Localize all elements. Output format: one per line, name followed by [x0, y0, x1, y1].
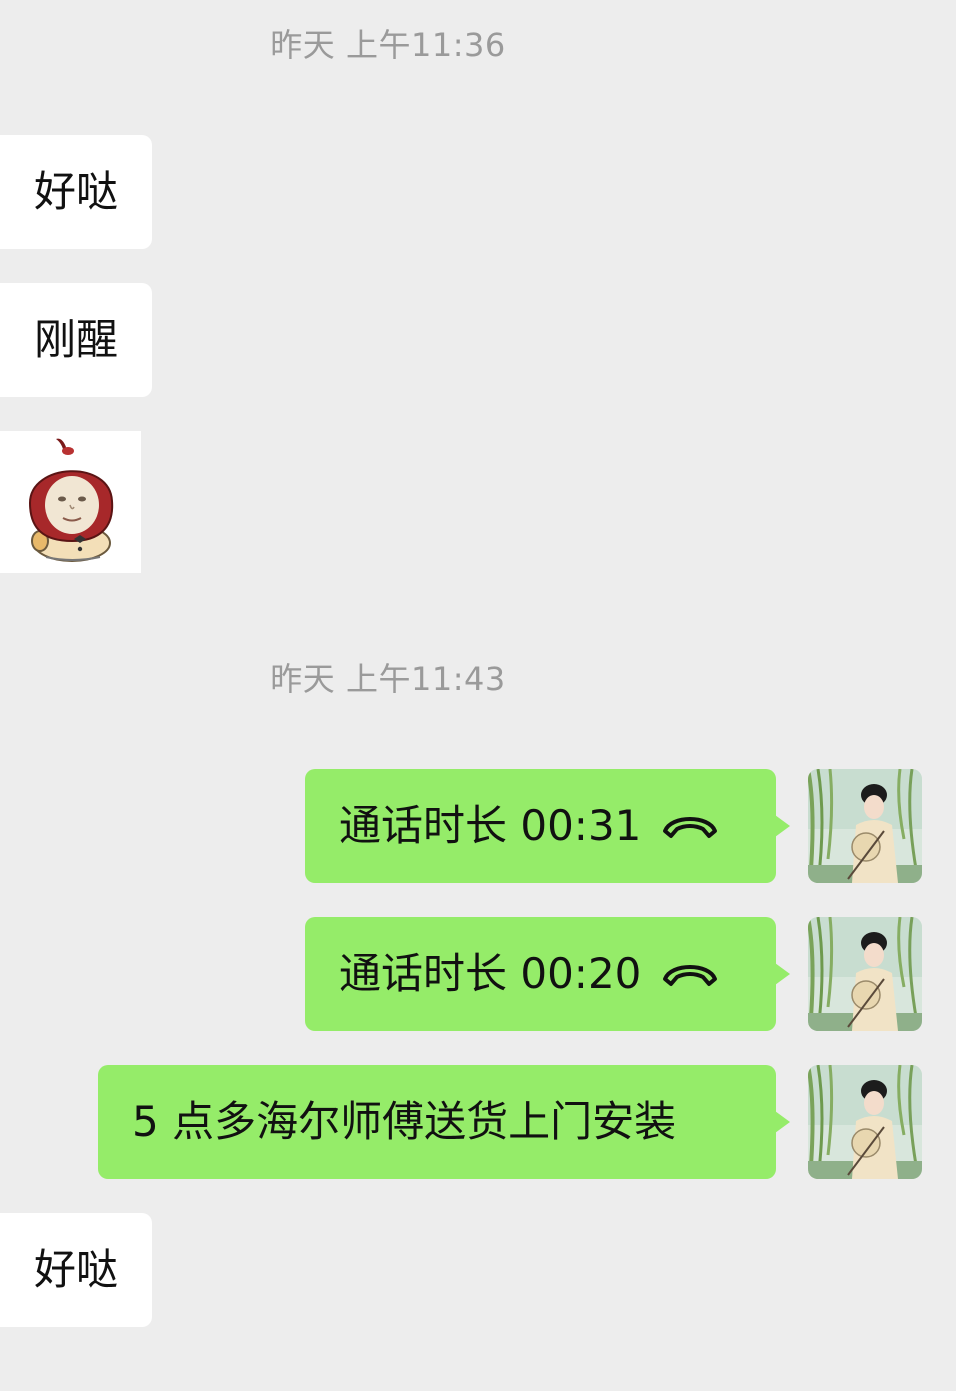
message-text: 5 点多海尔师傅送货上门安装 — [132, 1097, 677, 1146]
avatar-image — [808, 1065, 922, 1179]
outgoing-message[interactable]: 5 点多海尔师傅送货上门安装 — [98, 1065, 790, 1179]
message-text: 好哒 — [34, 1245, 119, 1294]
phone-hangup-icon — [663, 817, 718, 838]
sticker-message[interactable] — [0, 431, 141, 573]
incoming-message[interactable]: 好哒 — [0, 1213, 153, 1327]
message-text: 刚醒 — [34, 315, 119, 364]
call-duration-text: 通话时长 00:31 — [339, 801, 642, 850]
call-duration-text: 通话时长 00:20 — [339, 949, 642, 998]
avatar[interactable] — [808, 769, 922, 883]
message-text: 好哒 — [34, 167, 119, 216]
avatar[interactable] — [808, 1065, 922, 1179]
timestamp: 昨天 上午11:43 — [270, 660, 506, 698]
voice-call-record[interactable]: 通话时长 00:20 — [305, 917, 790, 1031]
avatar-image — [808, 769, 922, 883]
timestamp: 昨天 上午11:36 — [270, 26, 506, 64]
sticker-image — [0, 431, 141, 573]
incoming-message[interactable]: 刚醒 — [0, 283, 153, 397]
avatar[interactable] — [808, 917, 922, 1031]
phone-hangup-icon — [663, 965, 718, 986]
voice-call-record[interactable]: 通话时长 00:31 — [305, 769, 790, 883]
chat-message-list[interactable]: 昨天 上午11:36 好哒 刚醒 昨天 上午11:43 通话时长 00:31 通… — [0, 0, 956, 1391]
avatar-image — [808, 917, 922, 1031]
incoming-message[interactable]: 好哒 — [0, 135, 153, 249]
